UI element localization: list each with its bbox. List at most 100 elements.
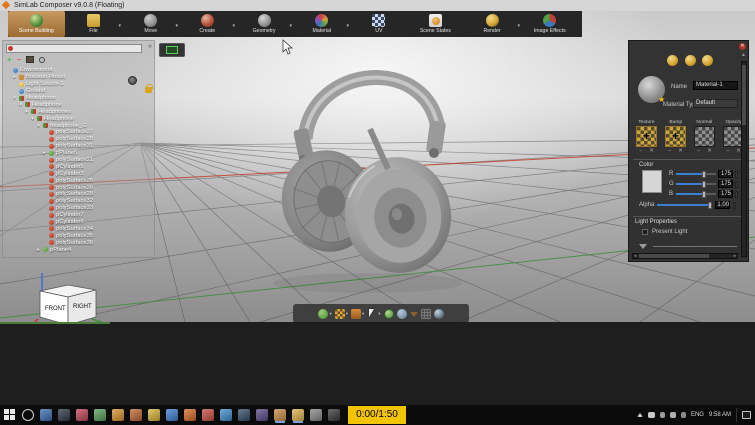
headphones-model[interactable]: [272, 78, 463, 293]
tree-item-pplane4[interactable]: ▸pPlane4: [5, 246, 154, 253]
section-expander-icon[interactable]: [639, 244, 647, 249]
ribbon-tab-geometry[interactable]: Geometry▾: [236, 11, 293, 37]
b-stepper[interactable]: [735, 191, 738, 198]
r-stepper[interactable]: [735, 171, 738, 178]
store-app-icon[interactable]: [76, 409, 88, 421]
alpha-knob[interactable]: [708, 202, 712, 209]
ribbon-tab-create[interactable]: Create▾: [179, 11, 236, 37]
scroll-left-icon[interactable]: ◄: [633, 254, 637, 258]
tree-item-ground[interactable]: Ground: [5, 88, 154, 95]
tree-item-headphones[interactable]: ▾Headphones: [5, 108, 154, 115]
more-options-dropdown[interactable]: [410, 309, 418, 319]
tree-right-arrow-icon[interactable]: ▸: [42, 150, 47, 156]
collapse-all-icon[interactable]: −: [17, 56, 22, 64]
photos-app-icon[interactable]: [58, 409, 70, 421]
expand-all-icon[interactable]: +: [7, 56, 12, 64]
tree-item-headphone[interactable]: ▾Headphone: [5, 115, 154, 122]
speaker-icon[interactable]: [670, 412, 676, 418]
texture-view-button[interactable]: [384, 309, 394, 319]
environment-button[interactable]: [397, 309, 407, 319]
scrollbar-thumb[interactable]: [639, 254, 709, 258]
navigation-sphere-button[interactable]: [434, 309, 444, 319]
render-mode-button[interactable]: ▾: [318, 309, 331, 319]
chevron-up-icon[interactable]: [637, 413, 643, 417]
onedrive-cloud-icon[interactable]: [648, 412, 655, 418]
tree-down-arrow-icon[interactable]: ▾: [18, 102, 23, 108]
view-cube-front-label[interactable]: FRONT: [45, 306, 66, 312]
tree-item-polysurface34[interactable]: polySurface34: [5, 225, 154, 232]
search-icon[interactable]: [22, 409, 34, 421]
delete-normal-button[interactable]: ✕: [707, 148, 712, 154]
tree-down-arrow-icon[interactable]: ▾: [12, 95, 17, 101]
start-button[interactable]: [4, 409, 16, 421]
tree-item-pcylinder3[interactable]: pCylinder3: [5, 170, 154, 177]
alpha-slider[interactable]: [657, 204, 712, 206]
mail-app-icon[interactable]: [40, 409, 52, 421]
tree-down-arrow-icon[interactable]: ▾: [30, 116, 35, 122]
tree-item-pcylinder5[interactable]: pCylinder5: [5, 163, 154, 170]
color-swatch[interactable]: [642, 170, 662, 193]
b-slider[interactable]: [676, 193, 716, 195]
paint-app-icon[interactable]: [130, 409, 142, 421]
delete-bump-button[interactable]: ✕: [678, 148, 683, 154]
ribbon-tab-file[interactable]: File▾: [65, 11, 122, 37]
remove-normal-button[interactable]: −: [697, 148, 700, 154]
present-light-checkbox[interactable]: [642, 229, 648, 235]
simlab-library-icon[interactable]: [274, 409, 286, 421]
g-slider[interactable]: [676, 183, 716, 185]
remove-bump-button[interactable]: −: [668, 148, 671, 154]
tree-item-pcylinder7[interactable]: pCylinder7: [5, 212, 154, 219]
chrome-browser-icon[interactable]: [202, 409, 214, 421]
material-mode-button[interactable]: ▾: [335, 309, 348, 319]
collapse-panel-icon[interactable]: »: [148, 43, 152, 50]
skype-app-icon[interactable]: [220, 409, 232, 421]
scrollbar-thumb[interactable]: [742, 65, 746, 125]
ribbon-tab-scene-building[interactable]: Scene Building: [8, 11, 65, 37]
ribbon-tab-material[interactable]: Material▾: [293, 11, 350, 37]
object-mode-button[interactable]: ▾: [351, 309, 364, 319]
bump-slot-thumb[interactable]: +: [665, 126, 686, 147]
tree-item-polysurface35[interactable]: polySurface35: [5, 232, 154, 239]
file-explorer-icon[interactable]: [148, 409, 160, 421]
settings-gear-icon[interactable]: [310, 409, 322, 421]
scroll-up-icon[interactable]: ▲: [741, 52, 746, 58]
tree-item-polysurface32[interactable]: polySurface32: [5, 198, 154, 205]
alpha-stepper[interactable]: [733, 202, 736, 209]
camera-app-icon[interactable]: [238, 409, 250, 421]
tree-item-polysurface26[interactable]: polySurface26: [5, 184, 154, 191]
tree-item-headphone[interactable]: ▾Headphone: [5, 95, 154, 102]
capture-view-button[interactable]: [159, 43, 185, 57]
grid-toggle-button[interactable]: [421, 309, 431, 319]
ribbon-tab-scene-states[interactable]: Scene States: [407, 11, 464, 37]
texture-slot-thumb[interactable]: +: [636, 126, 657, 147]
language-indicator[interactable]: ENG: [691, 412, 704, 418]
material-sphere-icon-1[interactable]: [667, 55, 678, 66]
material-name-input[interactable]: Material-1: [693, 81, 738, 90]
material-type-dropdown[interactable]: Default: [693, 99, 738, 108]
ribbon-tab-render[interactable]: Render▾: [464, 11, 521, 37]
tree-item-polysurface36[interactable]: polySurface36: [5, 239, 154, 246]
tree-item-polysurface25[interactable]: polySurface25: [5, 177, 154, 184]
edge-browser-icon[interactable]: [166, 409, 178, 421]
media-app-icon[interactable]: [256, 409, 268, 421]
ribbon-tab-uv[interactable]: UV: [350, 11, 407, 37]
ribbon-tab-image-effects[interactable]: Image Effects: [521, 11, 578, 37]
scene-search-input[interactable]: [6, 44, 142, 53]
delete-texture-button[interactable]: ✕: [649, 148, 654, 154]
tree-item-polysurface31[interactable]: polySurface31: [5, 143, 154, 150]
simlab-composer-icon[interactable]: [292, 409, 304, 421]
clock[interactable]: 9:58 AM: [709, 412, 731, 418]
view-cube-right-label[interactable]: RIGHT: [73, 304, 92, 310]
isolate-icon[interactable]: [26, 56, 34, 63]
tree-item-pcylinder6[interactable]: pCylinder6: [5, 219, 154, 226]
firefox-browser-icon[interactable]: [184, 409, 196, 421]
tree-item-environment[interactable]: Environment: [5, 67, 154, 74]
tree-item-polysurface28[interactable]: polySurface28: [5, 136, 154, 143]
tree-item-polysurface27[interactable]: polySurface27: [5, 129, 154, 136]
pen-icon[interactable]: [681, 412, 686, 418]
tree-right-arrow-icon[interactable]: ▸: [36, 247, 41, 253]
remove-opacity-button[interactable]: −: [726, 148, 729, 154]
scroll-right-icon[interactable]: ►: [733, 254, 737, 258]
background-app-icon[interactable]: [328, 409, 340, 421]
view-cube[interactable]: FRONT RIGHT: [30, 273, 104, 322]
